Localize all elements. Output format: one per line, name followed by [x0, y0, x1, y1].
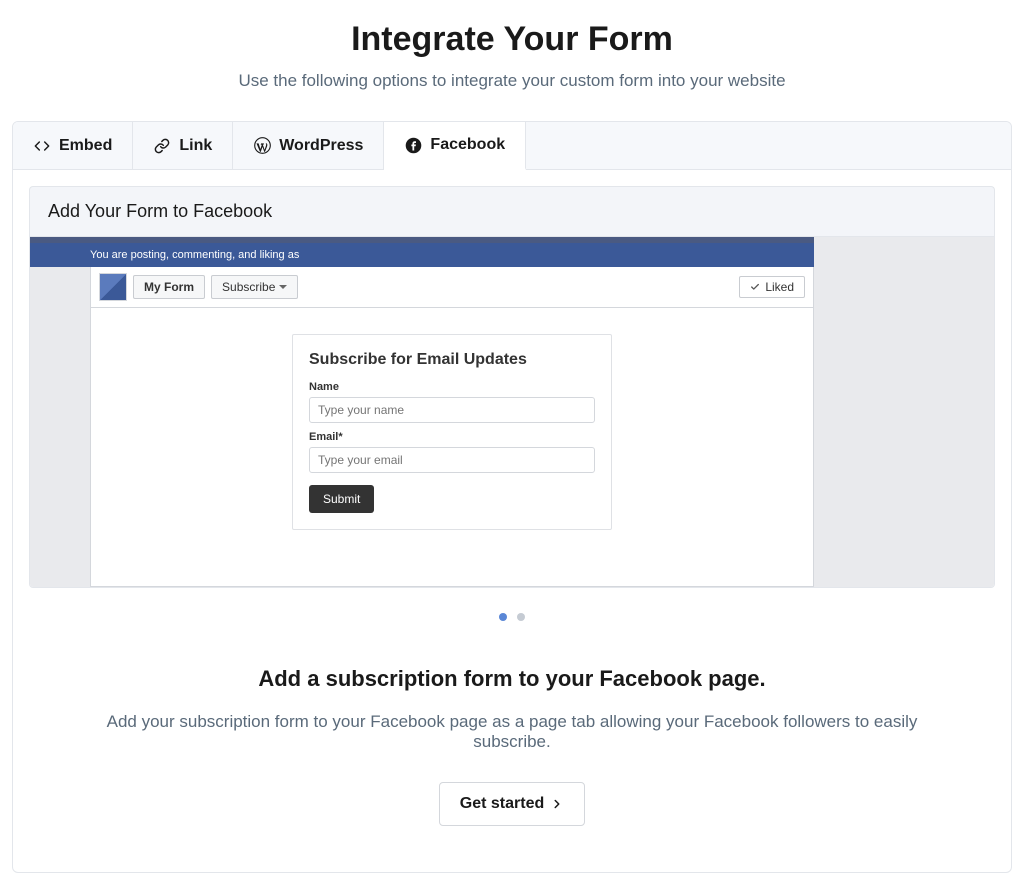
section-title: Add a subscription form to your Facebook…: [69, 666, 955, 692]
carousel-dot-2[interactable]: [517, 613, 525, 621]
fb-tab-subscribe[interactable]: Subscribe: [211, 275, 298, 299]
page-subtitle: Use the following options to integrate y…: [0, 71, 1024, 91]
tab-embed[interactable]: Embed: [13, 122, 133, 169]
cta-section: Add a subscription form to your Facebook…: [29, 666, 995, 856]
fb-topbar: You are posting, commenting, and liking …: [30, 237, 814, 267]
fb-topbar-text: You are posting, commenting, and liking …: [90, 249, 299, 261]
get-started-label: Get started: [460, 795, 544, 813]
submit-button[interactable]: Submit: [309, 485, 374, 513]
fb-form-title: Subscribe for Email Updates: [309, 351, 595, 369]
code-icon: [33, 137, 51, 155]
link-icon: [153, 137, 171, 155]
section-description: Add your subscription form to your Faceb…: [69, 712, 955, 752]
name-input[interactable]: [309, 397, 595, 423]
page-title: Integrate Your Form: [0, 20, 1024, 59]
tab-label: Embed: [59, 137, 112, 155]
tabs: Embed Link WordPress Facebook: [13, 122, 1011, 170]
facebook-icon: [404, 136, 422, 154]
email-input[interactable]: [309, 447, 595, 473]
fb-tab-myform[interactable]: My Form: [133, 275, 205, 299]
carousel-dot-1[interactable]: [499, 613, 507, 621]
tab-link[interactable]: Link: [133, 122, 233, 169]
fb-page-logo-icon: [99, 273, 127, 301]
fb-form-card: Subscribe for Email Updates Name Email* …: [292, 334, 612, 530]
check-icon: [750, 282, 760, 292]
fb-liked-button[interactable]: Liked: [739, 276, 805, 298]
facebook-preview: You are posting, commenting, and liking …: [29, 236, 995, 588]
get-started-button[interactable]: Get started: [439, 782, 585, 826]
tab-label: Facebook: [430, 136, 505, 154]
tab-wordpress[interactable]: WordPress: [233, 122, 384, 169]
tab-label: WordPress: [279, 137, 363, 155]
wordpress-icon: [253, 137, 271, 155]
fb-tabbar: My Form Subscribe Liked: [90, 267, 814, 308]
chevron-right-icon: [550, 797, 564, 811]
tab-label: Link: [179, 137, 212, 155]
fb-liked-label: Liked: [765, 280, 794, 294]
panel: Add Your Form to Facebook You are postin…: [13, 170, 1011, 872]
integration-card: Embed Link WordPress Facebook Add Your F…: [12, 121, 1012, 873]
email-label: Email*: [309, 431, 595, 443]
fb-body: Subscribe for Email Updates Name Email* …: [90, 308, 814, 587]
panel-header: Add Your Form to Facebook: [29, 186, 995, 236]
carousel-dots: [29, 588, 995, 666]
tab-facebook[interactable]: Facebook: [384, 122, 526, 170]
name-label: Name: [309, 381, 595, 393]
